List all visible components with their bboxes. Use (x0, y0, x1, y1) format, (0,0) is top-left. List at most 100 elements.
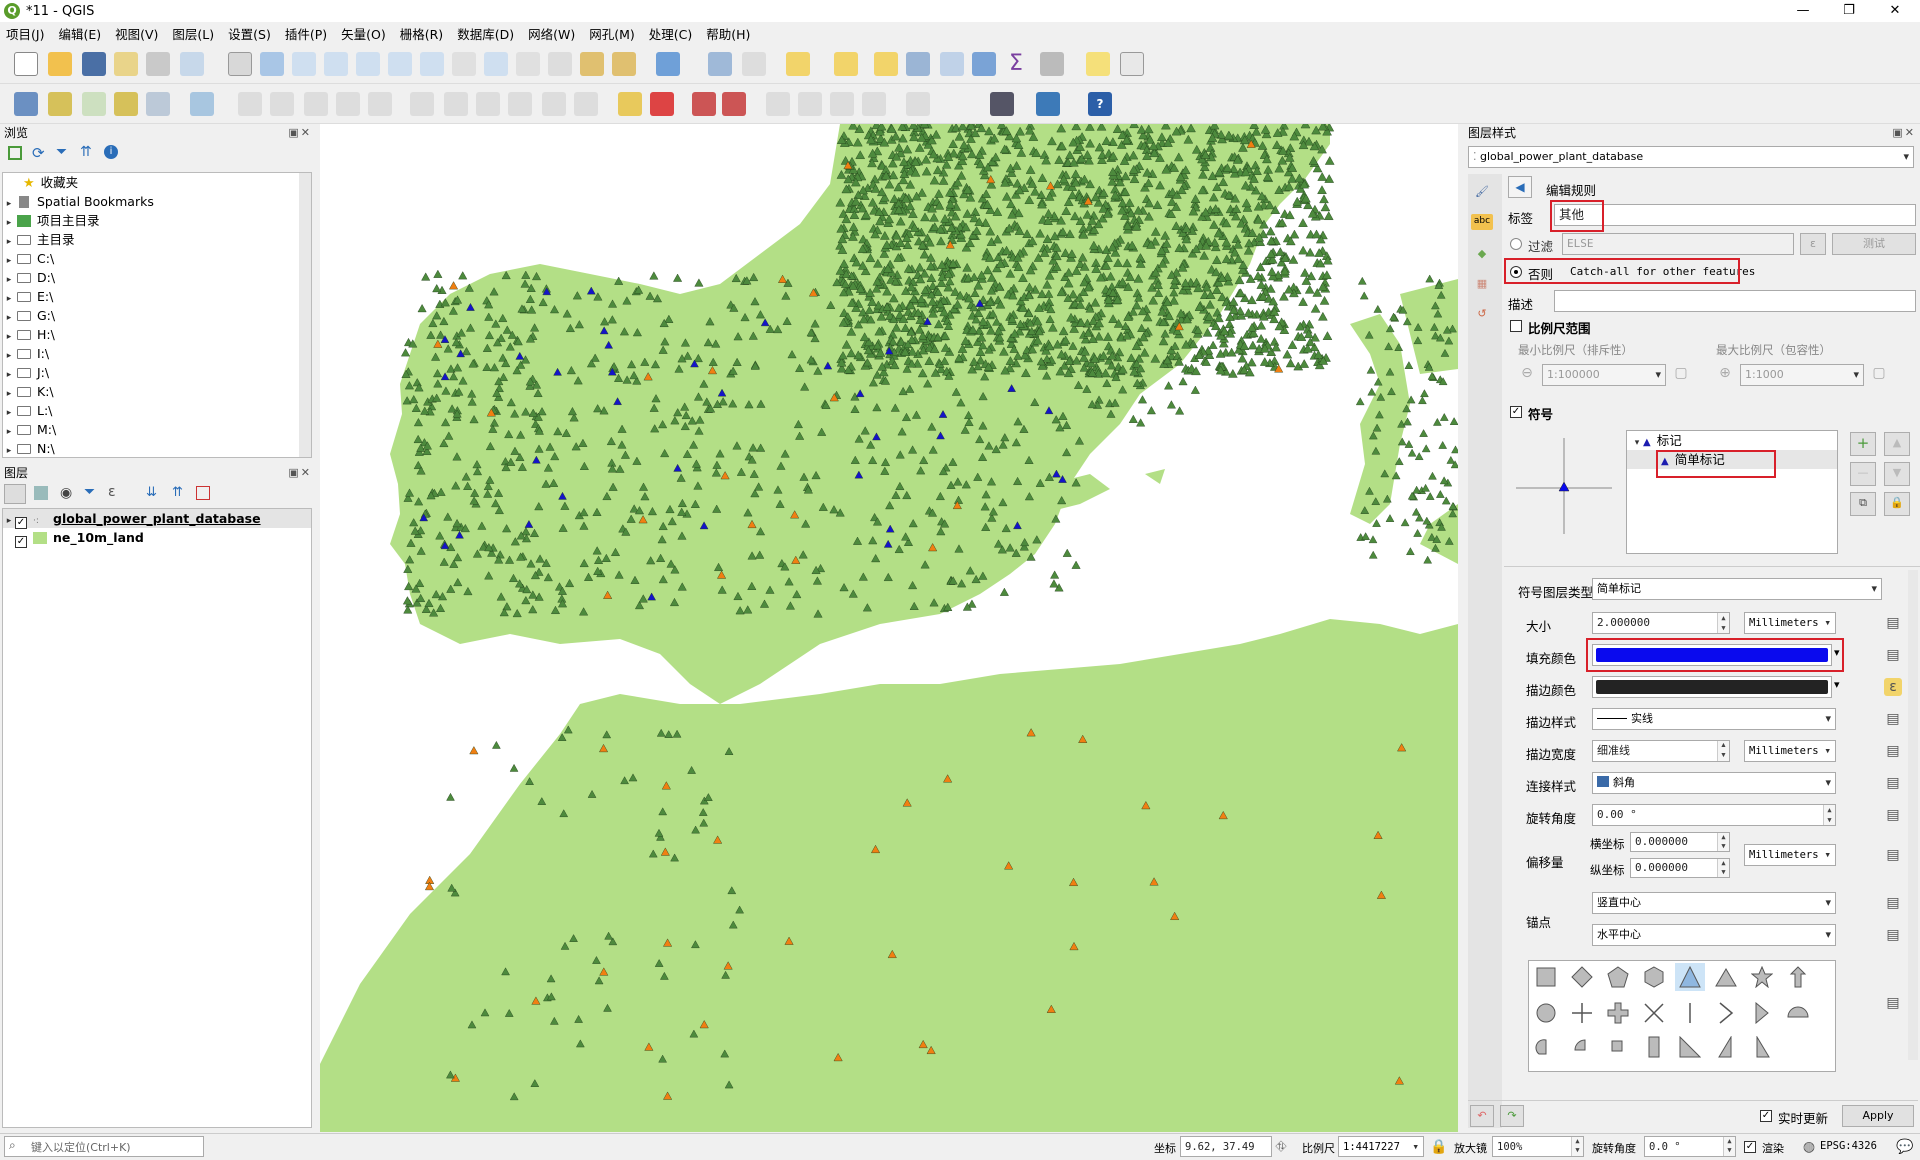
field-calculator-icon[interactable] (940, 52, 964, 76)
shape-arrowhead-icon[interactable] (1711, 999, 1741, 1027)
new-geopackage-layer-icon[interactable] (48, 92, 72, 116)
shape-equilateral-triangle-icon[interactable] (1711, 963, 1741, 991)
stroke-color-button[interactable] (1592, 676, 1832, 698)
scale-dropdown[interactable]: 1:4417227 (1338, 1136, 1424, 1157)
spin-arrows-icon[interactable]: ▲ ▼ (1823, 805, 1835, 825)
current-edits-icon[interactable] (238, 92, 262, 116)
shape-diamond-icon[interactable] (1567, 963, 1597, 991)
style-panel-scrollbar[interactable] (1908, 570, 1918, 1060)
redo-style-icon[interactable]: ↷ (1500, 1105, 1524, 1127)
move-label-icon[interactable] (766, 92, 790, 116)
anchor-horizontal-dropdown[interactable]: 水平中心 (1592, 924, 1836, 946)
move-up-button[interactable]: ▲ (1884, 432, 1910, 456)
symbol-layer-type-dropdown[interactable]: 简单标记 (1592, 578, 1882, 600)
offset-y-input[interactable]: 0.000000 ▲ ▼ (1630, 858, 1730, 878)
shape-square-icon[interactable] (1531, 963, 1561, 991)
attribute-table-icon[interactable] (906, 52, 930, 76)
style-manager-icon[interactable] (180, 52, 204, 76)
browser-item-drive-e[interactable]: ▸ E:\ (3, 287, 311, 306)
menu-project[interactable]: 项目(J) (6, 24, 44, 43)
data-source-manager-icon[interactable] (14, 92, 38, 116)
processing-toolbox-icon[interactable] (972, 52, 996, 76)
remove-symbol-layer-button[interactable]: — (1850, 462, 1876, 486)
locator-search[interactable]: ⌕ 键入以定位(Ctrl+K) (4, 1136, 204, 1157)
menu-edit[interactable]: 编辑(E) (58, 24, 101, 43)
rotation-input[interactable]: 0.00 ° ▲ ▼ (1592, 804, 1836, 826)
zoom-native-icon[interactable] (452, 52, 476, 76)
menu-web[interactable]: 网络(W) (528, 24, 575, 43)
menu-settings[interactable]: 设置(S) (228, 24, 271, 43)
browser-item-drive-d[interactable]: ▸ D:\ (3, 268, 311, 287)
dock-float-close-icon[interactable]: ▣✕ (1892, 126, 1916, 139)
shape-quarter-circle-icon[interactable] (1531, 1033, 1561, 1061)
data-defined-override-icon[interactable]: ▤ (1884, 646, 1902, 664)
remove-layer-icon[interactable] (196, 486, 210, 500)
change-label-icon[interactable] (830, 92, 854, 116)
labels-tab-icon[interactable]: abc (1471, 214, 1493, 230)
browser-item-home[interactable]: ▸ 主目录 (3, 230, 311, 249)
save-project-icon[interactable] (82, 52, 106, 76)
expand-all-icon[interactable]: ⇊ (146, 485, 157, 500)
statistics-sigma-icon[interactable]: Σ (1004, 52, 1028, 76)
scale-range-checkbox[interactable] (1510, 320, 1522, 332)
set-current-scale-icon[interactable]: ▢ (1870, 364, 1888, 382)
browser-item-drive-g[interactable]: ▸ G:\ (3, 306, 311, 325)
apply-button[interactable]: Apply (1842, 1105, 1914, 1127)
manage-visibility-icon[interactable]: ◉ (60, 485, 72, 501)
expression-builder-icon[interactable]: ε (1800, 233, 1826, 255)
shape-x-icon[interactable] (1639, 999, 1669, 1027)
back-button[interactable]: ◀ (1508, 176, 1532, 198)
shape-pentagon-icon[interactable] (1603, 963, 1633, 991)
menu-view[interactable]: 视图(V) (115, 24, 158, 43)
3d-view-tab-icon[interactable]: ◆ (1468, 240, 1496, 268)
chevron-down-icon[interactable]: ▾ (1834, 678, 1840, 691)
diagram-tool-icon[interactable] (650, 92, 674, 116)
browser-item-drive-k[interactable]: ▸ K:\ (3, 382, 311, 401)
filter-expression-icon[interactable]: ε (108, 484, 116, 500)
menu-raster[interactable]: 栅格(R) (400, 24, 443, 43)
text-annotation-icon[interactable] (1120, 52, 1144, 76)
layer-row-power-plants[interactable]: ▸ ✓ ·: global_power_plant_database (3, 509, 311, 529)
deselect-all-icon[interactable] (874, 52, 898, 76)
shape-semicircle-icon[interactable] (1783, 999, 1813, 1027)
size-unit-dropdown[interactable]: Millimeters (1744, 612, 1836, 634)
run-action-icon[interactable] (742, 52, 766, 76)
add-group-icon[interactable] (34, 486, 48, 500)
messages-icon[interactable]: 💬 (1896, 1138, 1914, 1156)
spin-arrows-icon[interactable]: ▲ ▼ (1717, 613, 1729, 633)
shape-circle-icon[interactable] (1531, 999, 1561, 1027)
data-defined-override-icon[interactable]: ▤ (1884, 994, 1902, 1012)
collapse-all-icon[interactable]: ⇈ (80, 144, 92, 160)
spin-arrows-icon[interactable]: ▲ ▼ (1717, 833, 1729, 851)
rotation-field[interactable]: 0.0 ° ▲ ▼ (1644, 1136, 1736, 1157)
browser-item-bookmarks[interactable]: ▸ Spatial Bookmarks (3, 192, 311, 211)
identify-icon[interactable] (708, 52, 732, 76)
toggle-extents-icon[interactable]: ⛗ (1272, 1138, 1290, 1156)
menu-database[interactable]: 数据库(D) (457, 24, 514, 43)
shape-star-icon[interactable] (1747, 963, 1777, 991)
browser-item-favorites[interactable]: ★ 收藏夹 (3, 173, 311, 192)
filter-legend-icon[interactable]: ⏷ (84, 484, 95, 500)
data-defined-override-icon[interactable]: ▤ (1884, 774, 1902, 792)
zoom-to-selection-icon[interactable] (388, 52, 412, 76)
zoom-last-icon[interactable] (484, 52, 508, 76)
shape-line-icon[interactable] (1675, 999, 1705, 1027)
add-selected-icon[interactable] (8, 146, 22, 160)
data-defined-override-icon[interactable]: ▤ (1884, 742, 1902, 760)
filter-icon[interactable]: ⏷ (56, 144, 67, 160)
browser-item-drive-m[interactable]: ▸ M:\ (3, 420, 311, 439)
collapse-all-icon[interactable]: ⇈ (172, 485, 183, 500)
add-symbol-layer-button[interactable]: + (1850, 432, 1876, 456)
zoom-next-icon[interactable] (516, 52, 540, 76)
browser-item-drive-n[interactable]: ▸ N:\ (3, 439, 311, 457)
fill-color-button[interactable] (1592, 644, 1832, 666)
close-button[interactable]: ✕ (1872, 0, 1918, 22)
data-defined-override-icon[interactable]: ▤ (1884, 614, 1902, 632)
data-defined-override-icon[interactable]: ▤ (1884, 846, 1902, 864)
join-style-dropdown[interactable]: 斜角 (1592, 772, 1836, 794)
select-features-icon[interactable] (786, 52, 810, 76)
layer-visibility-checkbox[interactable]: ✓ (15, 536, 27, 548)
vertex-tool-icon[interactable] (368, 92, 392, 116)
spin-arrows-icon[interactable]: ▲ ▼ (1717, 859, 1729, 877)
live-update-checkbox[interactable]: ✓ (1760, 1110, 1772, 1122)
